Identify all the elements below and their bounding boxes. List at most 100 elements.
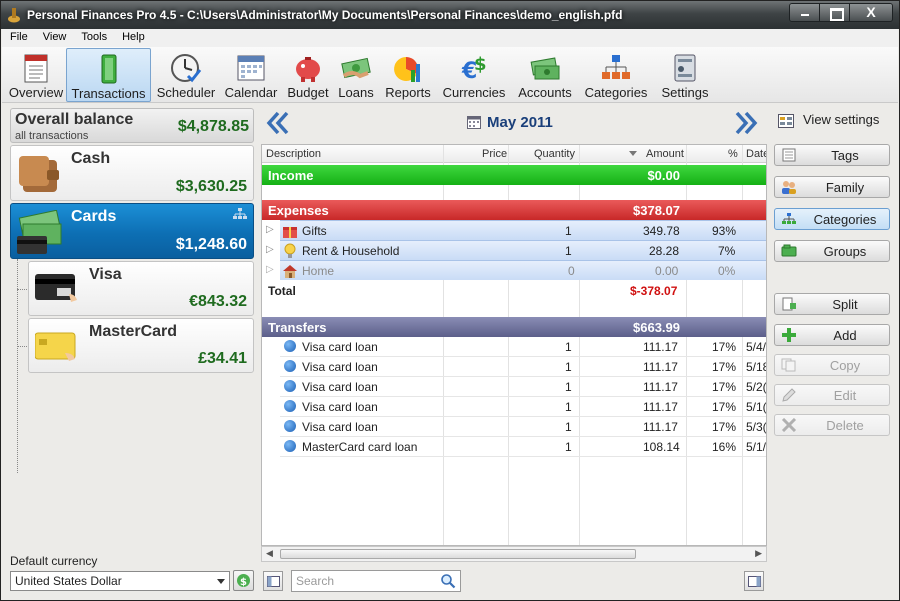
toolbar-transactions[interactable]: Transactions (66, 48, 151, 102)
col-description[interactable]: Description (266, 148, 321, 160)
account-cards-name: Cards (71, 208, 117, 225)
account-mastercard[interactable]: MasterCard £34.41 (28, 318, 254, 373)
toolbar-loans-label: Loans (338, 85, 374, 100)
account-visa[interactable]: Visa €843.32 (28, 261, 254, 316)
accounts-panel: Overall balance all transactions $4,878.… (2, 104, 258, 600)
transfer-amount: 111.17 (643, 420, 678, 434)
transfer-date: 5/18 (746, 360, 766, 374)
maximize-button[interactable] (820, 4, 850, 21)
toolbar-reports[interactable]: Reports (382, 48, 434, 102)
panel-toggle-right-button[interactable] (744, 571, 764, 591)
menu-tools[interactable]: Tools (73, 29, 114, 47)
view-settings-link[interactable]: View settings (803, 112, 879, 127)
menu-bar: File View Tools Help (2, 29, 898, 47)
view-categories-button[interactable]: Categories (774, 208, 890, 230)
toolbar-calendar-label: Calendar (224, 85, 278, 100)
tree-connector (17, 259, 18, 473)
transfer-date: 5/2( (746, 380, 767, 394)
search-input[interactable]: Search (291, 570, 461, 592)
groups-icon (781, 244, 797, 257)
scrollbar-thumb[interactable] (280, 549, 636, 559)
split-button[interactable]: Split (774, 293, 890, 315)
transfer-percent: 16% (712, 440, 737, 454)
toolbar-categories[interactable]: Categories (582, 48, 650, 102)
delete-button[interactable]: Delete (774, 414, 890, 436)
edit-button[interactable]: Edit (774, 384, 890, 406)
transfers-group-header[interactable]: Transfers $663.99 (262, 317, 766, 337)
transfer-percent: 17% (712, 360, 737, 374)
transfer-row[interactable]: Visa card loan 1 111.17 17% 5/18 (280, 357, 766, 377)
view-family-button[interactable]: Family (774, 176, 890, 198)
account-cards[interactable]: Cards $1,248.60 (10, 203, 254, 259)
scroll-left-icon[interactable]: ◀ (266, 548, 273, 559)
toolbar-reports-label: Reports (385, 85, 431, 100)
panel-toggle-left-button[interactable] (263, 571, 283, 591)
next-month-button[interactable] (733, 110, 759, 136)
account-mastercard-balance: £34.41 (198, 350, 247, 367)
currency-converter-button[interactable]: $ (233, 570, 254, 591)
copy-button[interactable]: Copy (774, 354, 890, 376)
col-percent[interactable]: % (728, 148, 738, 160)
panel-right-icon (748, 576, 761, 587)
overall-balance[interactable]: Overall balance all transactions $4,878.… (10, 108, 254, 143)
cards-icon (17, 210, 62, 254)
account-cash-balance: $3,630.25 (175, 178, 247, 195)
toolbar-budget[interactable]: Budget (284, 48, 332, 102)
transfer-date: 5/1( (746, 400, 767, 414)
account-cash[interactable]: Cash $3,630.25 (10, 145, 254, 201)
transfer-row[interactable]: Visa card loan 1 111.17 17% 5/4/ (280, 337, 766, 357)
category-percent: 93% (712, 224, 737, 238)
income-total: $0.00 (647, 168, 680, 183)
split-icon (782, 297, 796, 311)
toolbar-currencies[interactable]: € $ Currencies (440, 48, 508, 102)
minimize-button[interactable] (790, 4, 820, 21)
category-row-gifts[interactable]: ▷ Gifts 1 349.78 93% (266, 220, 766, 240)
tags-icon (782, 148, 796, 162)
col-quantity[interactable]: Quantity (534, 148, 575, 160)
category-row-rent-household[interactable]: ▷ Rent & Household 1 28.28 7% (266, 240, 766, 260)
visa-card-icon (35, 274, 77, 302)
chevron-down-icon (217, 579, 225, 584)
toolbar-calendar[interactable]: Calendar (222, 48, 280, 102)
default-currency-select[interactable]: United States Dollar (10, 571, 230, 591)
transfer-row[interactable]: Visa card loan 1 111.17 17% 5/1( (280, 397, 767, 417)
expenses-total: $378.07 (633, 203, 680, 218)
close-button[interactable]: X (850, 4, 892, 21)
toolbar-settings[interactable]: Settings (656, 48, 714, 102)
transfer-quantity: 1 (565, 360, 572, 374)
menu-view[interactable]: View (35, 29, 74, 47)
app-window: Personal Finances Pro 4.5 - C:\Users\Adm… (0, 0, 900, 601)
category-percent: 7% (718, 244, 736, 258)
scroll-right-icon[interactable]: ▶ (755, 548, 762, 559)
view-groups-button[interactable]: Groups (774, 240, 890, 262)
menu-file[interactable]: File (2, 29, 35, 47)
transfer-row[interactable]: MasterCard card loan 1 108.14 16% 5/1/ (280, 437, 766, 457)
toolbar-overview[interactable]: Overview (6, 48, 66, 102)
transfer-row[interactable]: Visa card loan 1 111.17 17% 5/3( (280, 417, 766, 437)
copy-label: Copy (829, 358, 861, 373)
currencies-icon: €$ (461, 54, 487, 84)
toolbar-scheduler[interactable]: Scheduler (154, 48, 218, 102)
toolbar-accounts[interactable]: Accounts (514, 48, 576, 102)
toolbar-loans[interactable]: Loans (334, 48, 378, 102)
toolbar-categories-label: Categories (584, 85, 648, 100)
search-icon[interactable] (440, 573, 456, 589)
col-price[interactable]: Price (482, 148, 507, 160)
col-date[interactable]: Date (746, 148, 766, 160)
categories-small-icon (782, 213, 796, 224)
total-label: Total (268, 284, 296, 298)
overall-balance-subtitle: all transactions (15, 130, 89, 142)
menu-help[interactable]: Help (114, 29, 152, 47)
horizontal-scrollbar[interactable]: ◀ ▶ (261, 546, 767, 562)
add-button[interactable]: Add (774, 324, 890, 346)
toolbar-transactions-label: Transactions (71, 86, 146, 101)
view-tags-label: Tags (831, 148, 859, 163)
income-group-header[interactable]: Income $0.00 (262, 165, 766, 185)
view-tags-button[interactable]: Tags (774, 144, 890, 166)
category-row-home[interactable]: ▷ Home 0 0.00 0% (266, 260, 766, 280)
previous-month-button[interactable] (265, 110, 291, 136)
col-amount[interactable]: Amount (646, 148, 684, 160)
transfer-percent: 17% (712, 380, 737, 394)
transfer-row[interactable]: Visa card loan 1 111.17 17% 5/2( (280, 377, 767, 397)
expenses-group-header[interactable]: Expenses $378.07 (262, 200, 766, 220)
